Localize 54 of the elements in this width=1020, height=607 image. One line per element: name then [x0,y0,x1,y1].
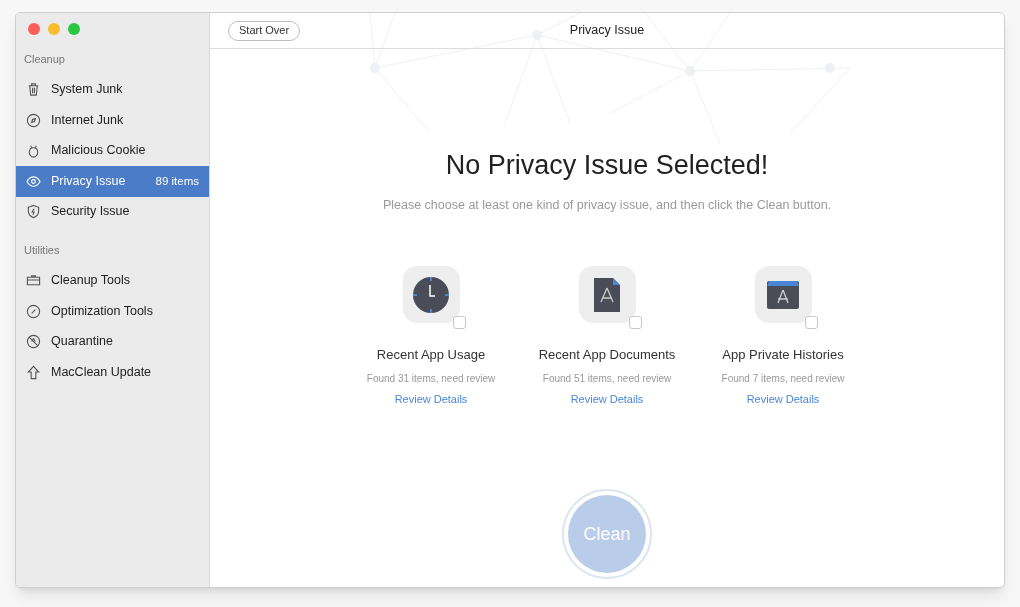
category-name: Recent App Documents [538,346,676,365]
review-details-link[interactable]: Review Details [394,390,468,408]
compass-icon [26,112,41,128]
shield-icon [26,204,41,220]
sidebar-item-label: Optimization Tools [51,302,154,320]
trash-icon [26,82,41,98]
clock-icon [412,275,450,314]
document-icon [593,276,621,313]
category-tile[interactable] [754,266,812,324]
sidebar-item[interactable]: Quarantine [16,326,209,357]
sidebar-item-label: Cleanup Tools [51,272,131,290]
sidebar-section-heading: Utilities [23,243,61,258]
eye-icon [26,173,41,189]
close-window-icon[interactable] [28,23,40,35]
sidebar-item[interactable]: Security Issue [16,196,209,227]
upload-arrow-icon [26,364,41,380]
sidebar-item-label: MacClean Update [51,363,153,381]
category-checkbox[interactable] [804,316,818,330]
minimize-window-icon[interactable] [48,23,60,35]
sidebar-item[interactable]: Cleanup Tools [16,265,209,296]
sidebar-item-label: Internet Junk [51,111,125,129]
sidebar-item[interactable]: System Junk [16,74,209,105]
sidebar-item[interactable]: Optimization Tools [16,296,209,327]
sidebar-item[interactable]: MacClean Update [16,357,209,388]
category-checkbox[interactable] [452,316,466,330]
app-window-icon [766,279,800,310]
category-tile[interactable] [578,266,636,324]
category-found-count: Found 7 items, need review [721,371,845,386]
sidebar-item[interactable]: Malicious Cookie [16,135,209,166]
sidebar-item-label: System Junk [51,81,124,99]
sidebar-item[interactable]: Privacy Issue 89 items [16,166,209,197]
review-details-link[interactable]: Review Details [746,390,820,408]
sidebar-section-heading: Cleanup [23,52,66,67]
sidebar-item-label: Security Issue [51,203,131,221]
zoom-window-icon[interactable] [68,23,80,35]
gauge-icon [26,303,41,319]
main-heading: No Privacy Issue Selected! [445,149,769,182]
blocked-icon [26,334,41,350]
category-name: Recent App Usage [376,346,486,365]
item-count: 89 items [155,173,199,189]
sidebar-item-label: Malicious Cookie [51,142,147,160]
main-subtitle: Please choose at least one kind of privacy issue, and then click the Clean button. [382,196,832,214]
category-checkbox[interactable] [628,316,642,330]
bug-icon [26,143,41,159]
category-found-count: Found 31 items, need review [366,371,496,386]
start-over-button[interactable]: Start Over [228,20,301,41]
category-found-count: Found 51 items, need review [542,371,672,386]
category-name: App Private Histories [722,346,844,365]
sidebar-item-label: Privacy Issue [51,172,127,190]
category-tile[interactable] [402,266,460,324]
sidebar-item-label: Quarantine [51,333,114,351]
toolbar-title: Privacy Issue [569,22,645,40]
sidebar-item[interactable]: Internet Junk [16,105,209,136]
review-details-link[interactable]: Review Details [570,390,644,408]
